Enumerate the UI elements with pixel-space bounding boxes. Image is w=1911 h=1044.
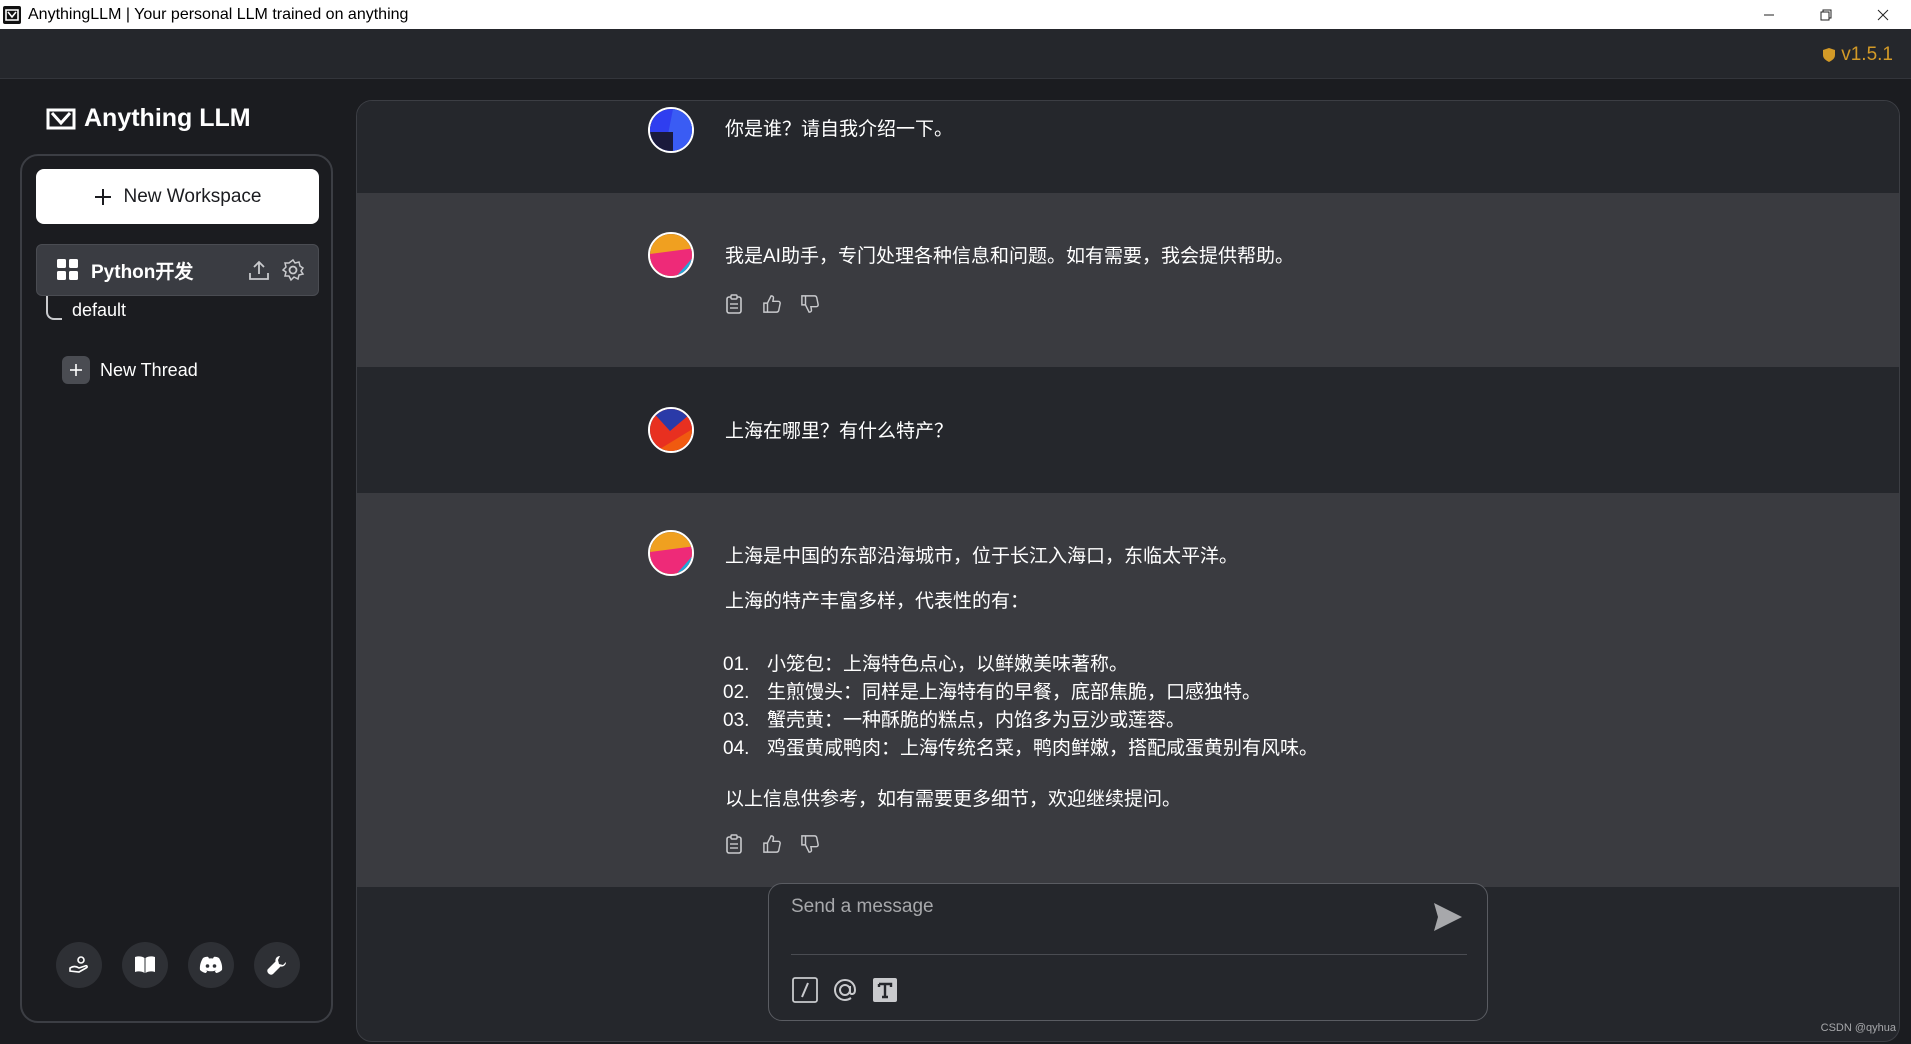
at-mention-icon[interactable]	[831, 976, 859, 1004]
list-text: 小笼包：上海特色点心，以鲜嫩美味著称。	[767, 654, 1129, 675]
list-number: 04.	[723, 738, 750, 759]
list-item: 02. 生煎馒头：同样是上海特有的早餐，底部焦脆，口感独特。	[723, 677, 1261, 704]
workspace-name: Python开发	[91, 261, 194, 283]
version-badge[interactable]: v1.5.1	[1823, 44, 1893, 66]
discord-icon[interactable]	[188, 942, 234, 988]
new-workspace-button[interactable]: New Workspace	[36, 169, 319, 224]
chat-message-user: 上海在哪里？有什么特产？	[357, 367, 1899, 493]
list-item: 03. 蟹壳黄：一种酥脆的糕点，内馅多为豆沙或莲蓉。	[723, 705, 1185, 732]
window-title: AnythingLLM | Your personal LLM trained …	[28, 5, 409, 23]
message-composer: Send a message	[768, 883, 1488, 1021]
assistant-avatar	[648, 530, 694, 576]
composer-tools	[791, 976, 899, 1004]
logo-text: Anything LLM	[84, 104, 251, 132]
list-number: 02.	[723, 682, 750, 703]
message-actions	[725, 294, 819, 314]
close-icon[interactable]	[1854, 0, 1911, 29]
message-text: 我是AI助手，专门处理各种信息和问题。如有需要，我会提供帮助。	[725, 246, 1294, 267]
plus-icon	[62, 356, 90, 384]
version-label: v1.5.1	[1841, 44, 1893, 65]
message-input[interactable]: Send a message	[791, 896, 934, 918]
message-text: 你是谁？请自我介绍一下。	[725, 119, 954, 140]
new-workspace-label: New Workspace	[123, 185, 262, 207]
user-avatar	[648, 107, 694, 153]
minimize-icon[interactable]	[1740, 0, 1797, 29]
gear-icon[interactable]	[276, 253, 310, 287]
list-text: 鸡蛋黄咸鸭肉：上海传统名菜，鸭肉鲜嫩，搭配咸蛋黄别有风味。	[767, 738, 1319, 759]
support-icon[interactable]	[56, 942, 102, 988]
message-text: 上海在哪里？有什么特产？	[725, 421, 954, 442]
list-number: 03.	[723, 710, 750, 731]
upload-icon[interactable]	[242, 253, 276, 287]
list-text: 生煎馒头：同样是上海特有的早餐，底部焦脆，口感独特。	[767, 682, 1262, 703]
list-item: 01. 小笼包：上海特色点心，以鲜嫩美味著称。	[723, 649, 1128, 676]
window-titlebar: AnythingLLM | Your personal LLM trained …	[0, 0, 1911, 29]
plus-icon	[94, 188, 111, 205]
composer-divider	[791, 954, 1467, 955]
app-icon	[3, 5, 21, 24]
workspace-item[interactable]: Python开发	[36, 244, 319, 296]
restore-icon[interactable]	[1797, 0, 1854, 29]
window-controls	[1740, 0, 1911, 29]
wrench-icon[interactable]	[254, 942, 300, 988]
thread-item-default[interactable]: default	[72, 300, 126, 321]
chat-message-user: 你是谁？请自我介绍一下。	[357, 101, 1899, 193]
logo-icon	[46, 108, 76, 129]
send-icon[interactable]	[1431, 900, 1465, 934]
app-logo[interactable]: Anything LLM	[46, 104, 251, 133]
user-avatar	[648, 407, 694, 453]
watermark: CSDN @qyhua	[1820, 1022, 1896, 1034]
slash-command-icon[interactable]	[791, 976, 819, 1004]
sidebar: New Workspace Python开发 default New Threa…	[20, 154, 333, 1023]
copy-icon[interactable]	[725, 294, 743, 314]
top-bar: v1.5.1	[0, 29, 1911, 79]
new-thread-button[interactable]: New Thread	[62, 356, 198, 384]
chat-message-assistant: 上海是中国的东部沿海城市，位于长江入海口，东临太平洋。 上海的特产丰富多样，代表…	[357, 493, 1899, 887]
squares-icon	[57, 259, 78, 280]
list-text: 蟹壳黄：一种酥脆的糕点，内馅多为豆沙或莲蓉。	[767, 710, 1186, 731]
copy-icon[interactable]	[725, 834, 743, 854]
thread-connector	[46, 296, 62, 320]
chat-message-assistant: 我是AI助手，专门处理各种信息和问题。如有需要，我会提供帮助。	[357, 193, 1899, 367]
thumbs-down-icon[interactable]	[801, 834, 819, 853]
docs-icon[interactable]	[122, 942, 168, 988]
list-number: 01.	[723, 654, 750, 675]
new-thread-label: New Thread	[100, 359, 198, 380]
message-subtitle: 上海的特产丰富多样，代表性的有：	[725, 591, 1030, 612]
thumbs-up-icon[interactable]	[763, 834, 781, 853]
message-intro: 上海是中国的东部沿海城市，位于长江入海口，东临太平洋。	[725, 546, 1239, 567]
message-closing: 以上信息供参考，如有需要更多细节，欢迎继续提问。	[725, 789, 1182, 810]
shield-icon	[1823, 48, 1836, 62]
assistant-avatar	[648, 232, 694, 278]
text-size-icon[interactable]	[871, 976, 899, 1004]
thumbs-down-icon[interactable]	[801, 294, 819, 313]
sidebar-footer	[56, 942, 300, 988]
thumbs-up-icon[interactable]	[763, 294, 781, 313]
list-item: 04. 鸡蛋黄咸鸭肉：上海传统名菜，鸭肉鲜嫩，搭配咸蛋黄别有风味。	[723, 733, 1318, 760]
message-actions	[725, 834, 819, 854]
